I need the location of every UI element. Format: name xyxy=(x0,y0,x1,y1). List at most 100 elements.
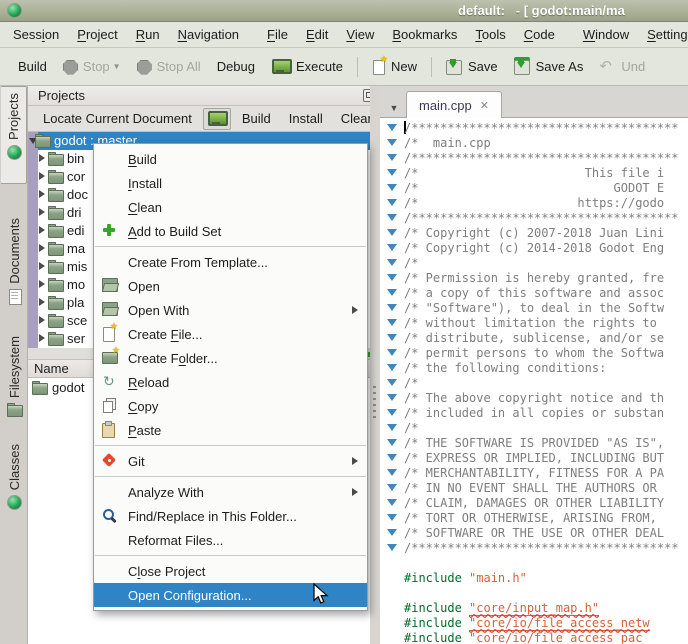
menu-tools[interactable]: Tools xyxy=(466,24,514,45)
expander-closed-icon[interactable] xyxy=(39,226,45,234)
menu-session[interactable]: Session xyxy=(4,24,68,45)
toolbar-stop-all-button[interactable]: Stop All xyxy=(129,55,209,78)
menu-item-close-project[interactable]: Close Project xyxy=(94,559,367,583)
menu-item-reformat-files[interactable]: Reformat Files... xyxy=(94,528,367,552)
fold-marker-icon[interactable] xyxy=(387,304,397,311)
menu-item-create-from-template[interactable]: Create From Template... xyxy=(94,250,367,274)
fold-marker-icon[interactable] xyxy=(387,169,397,176)
fold-marker-icon[interactable] xyxy=(387,544,397,551)
menu-view[interactable]: View xyxy=(337,24,383,45)
menu-item-install[interactable]: Install xyxy=(94,171,367,195)
expander-closed-icon[interactable] xyxy=(39,154,45,162)
code-view[interactable]: /************************************* /*… xyxy=(380,118,688,644)
expander-closed-icon[interactable] xyxy=(39,334,45,342)
fold-marker-icon[interactable] xyxy=(387,484,397,491)
fold-marker-icon[interactable] xyxy=(387,499,397,506)
vertical-splitter[interactable] xyxy=(370,86,380,644)
menu-item-open[interactable]: Open xyxy=(94,274,367,298)
expander-closed-icon[interactable] xyxy=(39,172,45,180)
fold-marker-icon[interactable] xyxy=(387,229,397,236)
toolbar-und-button[interactable]: Und xyxy=(591,55,653,79)
panel-toolbar-locate-current-document-button[interactable]: Locate Current Document xyxy=(36,108,199,129)
fold-marker-icon[interactable] xyxy=(387,409,397,416)
fold-marker-icon[interactable] xyxy=(387,154,397,161)
fold-marker-icon[interactable] xyxy=(387,349,397,356)
expander-closed-icon[interactable] xyxy=(39,298,45,306)
title-bar[interactable]: default: - [ godot:main/ma xyxy=(0,0,688,22)
fold-marker-icon[interactable] xyxy=(387,184,397,191)
tab-main-cpp[interactable]: main.cpp ✕ xyxy=(406,91,502,118)
menu-item-create-file[interactable]: ★Create File... xyxy=(94,322,367,346)
fold-marker-icon[interactable] xyxy=(387,394,397,401)
menu-item-clean[interactable]: Clean xyxy=(94,195,367,219)
menu-item-create-folder[interactable]: ★Create Folder... xyxy=(94,346,367,370)
fold-marker-icon[interactable] xyxy=(387,139,397,146)
fold-marker-icon[interactable] xyxy=(387,334,397,341)
toolbar-build-button[interactable]: Build xyxy=(10,55,55,78)
fold-marker-icon[interactable] xyxy=(387,439,397,446)
fold-marker-icon[interactable] xyxy=(387,244,397,251)
fold-marker-icon[interactable] xyxy=(387,379,397,386)
fold-marker-icon[interactable] xyxy=(387,274,397,281)
menu-window[interactable]: Window xyxy=(574,24,638,45)
toolbar-stop-button[interactable]: Stop▼ xyxy=(55,55,129,78)
fold-marker-icon[interactable] xyxy=(387,529,397,536)
code-line: /************************************* xyxy=(380,150,688,165)
fold-marker-icon[interactable] xyxy=(387,214,397,221)
menu-run[interactable]: Run xyxy=(127,24,169,45)
toolbar-new-button[interactable]: ★New xyxy=(364,55,425,78)
tab-close-icon[interactable]: ✕ xyxy=(480,99,489,112)
sidebar-tab-classes[interactable]: Classes xyxy=(1,438,27,510)
fold-marker-icon[interactable] xyxy=(387,469,397,476)
fold-marker-icon[interactable] xyxy=(387,199,397,206)
expander-closed-icon[interactable] xyxy=(39,244,45,252)
sidebar-tab-documents[interactable]: Documents xyxy=(1,212,27,302)
menu-item-paste[interactable]: Paste xyxy=(94,418,367,442)
menu-item-analyze-with[interactable]: Analyze With xyxy=(94,480,367,504)
preprocessor-keyword: #include xyxy=(404,601,462,615)
menu-item-copy[interactable]: Copy xyxy=(94,394,367,418)
menu-item-reload[interactable]: Reload xyxy=(94,370,367,394)
panel-toolbar-monitor-icon[interactable] xyxy=(203,108,231,130)
toolbar-save-button[interactable]: Save xyxy=(438,55,506,78)
expander-closed-icon[interactable] xyxy=(39,280,45,288)
code-line: #include "core/input_map.h" xyxy=(380,600,688,615)
fold-marker-icon[interactable] xyxy=(387,364,397,371)
code-line: /* CLAIM, DAMAGES OR OTHER LIABILITY xyxy=(380,495,688,510)
menu-project[interactable]: Project xyxy=(68,24,126,45)
fold-column xyxy=(380,169,404,176)
tab-overflow-dropdown-icon[interactable]: ▼ xyxy=(386,102,402,115)
menu-separator xyxy=(95,445,366,446)
sidebar-tab-projects[interactable]: Projects xyxy=(1,86,27,184)
fold-marker-icon[interactable] xyxy=(387,514,397,521)
toolbar-execute-button[interactable]: Execute xyxy=(263,55,351,79)
panel-toolbar-install-button[interactable]: Install xyxy=(282,108,330,129)
fold-marker-icon[interactable] xyxy=(387,124,397,131)
menu-edit[interactable]: Edit xyxy=(297,24,337,45)
comment-text: /* distribute, sublicense, and/or se xyxy=(404,331,664,345)
menu-settings[interactable]: Settings xyxy=(638,24,688,45)
fold-marker-icon[interactable] xyxy=(387,424,397,431)
menu-navigation[interactable]: Navigation xyxy=(169,24,248,45)
menu-item-find-replace-in-this-folder[interactable]: Find/Replace in This Folder... xyxy=(94,504,367,528)
fold-marker-icon[interactable] xyxy=(387,259,397,266)
fold-marker-icon[interactable] xyxy=(387,454,397,461)
menu-item-add-to-build-set[interactable]: Add to Build Set xyxy=(94,219,367,243)
toolbar-save-as-button[interactable]: Save As xyxy=(506,55,592,78)
fold-marker-icon[interactable] xyxy=(387,289,397,296)
menu-file[interactable]: File xyxy=(258,24,297,45)
menu-item-build[interactable]: Build xyxy=(94,147,367,171)
menu-code[interactable]: Code xyxy=(515,24,564,45)
menu-item-open-with[interactable]: Open With xyxy=(94,298,367,322)
sidebar-tab-filesystem[interactable]: Filesystem xyxy=(1,330,27,420)
expander-closed-icon[interactable] xyxy=(39,208,45,216)
comment-text: /* EXPRESS OR IMPLIED, INCLUDING BUT xyxy=(404,451,664,465)
panel-toolbar-build-button[interactable]: Build xyxy=(235,108,278,129)
expander-closed-icon[interactable] xyxy=(39,316,45,324)
expander-closed-icon[interactable] xyxy=(39,262,45,270)
expander-closed-icon[interactable] xyxy=(39,190,45,198)
toolbar-debug-button[interactable]: Debug xyxy=(209,55,263,78)
menu-item-git[interactable]: Git xyxy=(94,449,367,473)
menu-bookmarks[interactable]: Bookmarks xyxy=(383,24,466,45)
fold-marker-icon[interactable] xyxy=(387,319,397,326)
